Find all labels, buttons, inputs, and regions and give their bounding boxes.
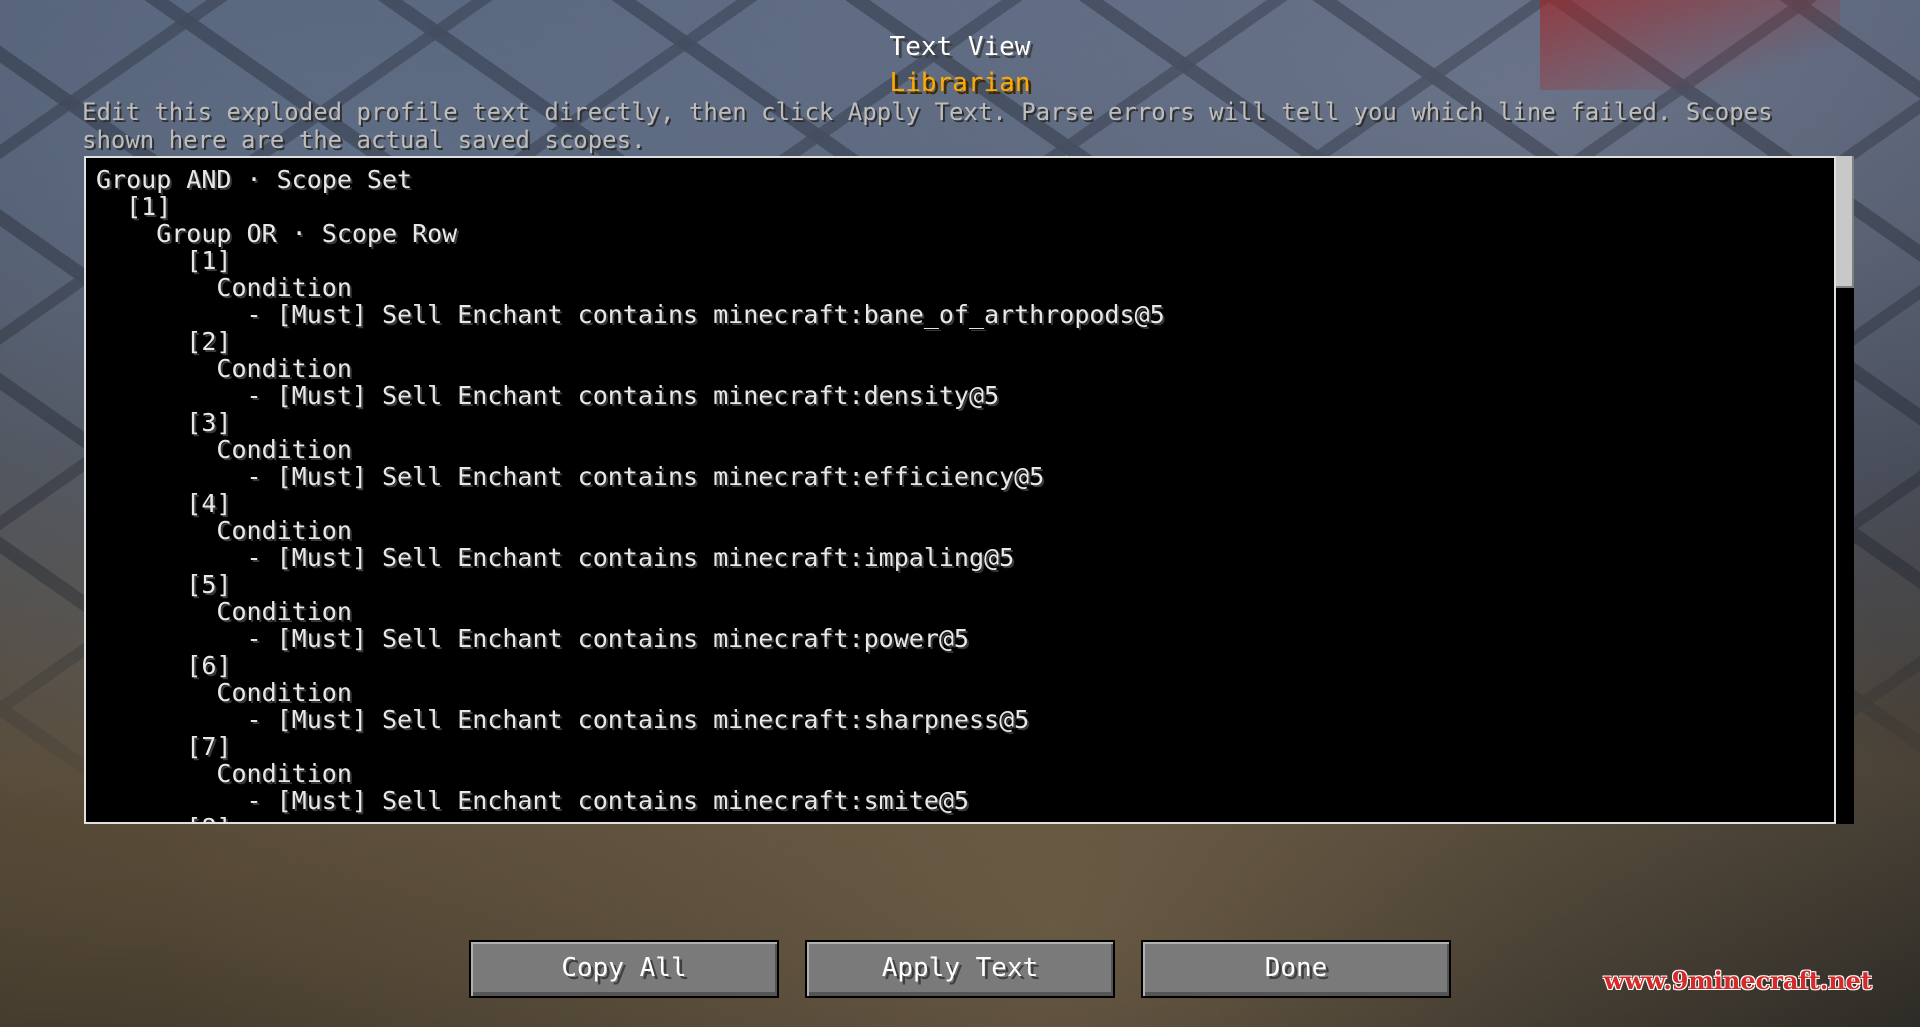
editor-scrollbar[interactable] [1836, 156, 1854, 824]
editor-line: - [Must] Sell Enchant contains minecraft… [96, 462, 1045, 491]
editor-line: - [Must] Sell Enchant contains minecraft… [96, 381, 1000, 410]
editor-line: [6] [96, 651, 232, 680]
editor-line: Condition [96, 516, 352, 545]
apply-text-button[interactable]: Apply Text [805, 940, 1115, 998]
editor-line: - [Must] Sell Enchant contains minecraft… [96, 705, 1030, 734]
editor-line: [2] [96, 327, 232, 356]
editor-line: Condition [96, 597, 352, 626]
editor-line: [3] [96, 408, 232, 437]
editor-line: Group OR · Scope Row [96, 219, 458, 248]
editor-line: [5] [96, 570, 232, 599]
editor-line: Condition [96, 273, 352, 302]
editor-line: [4] [96, 489, 232, 518]
done-button[interactable]: Done [1141, 940, 1451, 998]
editor-lines: Group AND · Scope Set [1] Group OR · Sco… [96, 165, 1812, 822]
editor-line: Group AND · Scope Set [96, 165, 413, 194]
editor-line: [1] [96, 246, 232, 275]
profile-name: Librarian [889, 68, 1031, 98]
editor-line: [7] [96, 732, 232, 761]
editor-line: [8] [96, 814, 1812, 822]
editor-line: - [Must] Sell Enchant contains minecraft… [96, 300, 1165, 329]
editor-line: - [Must] Sell Enchant contains minecraft… [96, 543, 1015, 572]
scrollbar-thumb[interactable] [1836, 156, 1854, 288]
editor-line: Condition [96, 678, 352, 707]
editor-line: - [Must] Sell Enchant contains minecraft… [96, 624, 969, 653]
copy-all-button[interactable]: Copy All [469, 940, 779, 998]
instructions-text: Edit this exploded profile text directly… [82, 98, 1773, 154]
screen-title: Text View [889, 32, 1031, 62]
editor-line: [1] [96, 192, 172, 221]
editor-line: Condition [96, 759, 352, 788]
profile-text-editor[interactable]: Group AND · Scope Set [1] Group OR · Sco… [84, 156, 1836, 824]
editor-line: Condition [96, 435, 352, 464]
editor-line: Condition [96, 354, 352, 383]
editor-line: - [Must] Sell Enchant contains minecraft… [96, 786, 969, 815]
site-watermark: www.9minecraft.net [1603, 966, 1872, 995]
